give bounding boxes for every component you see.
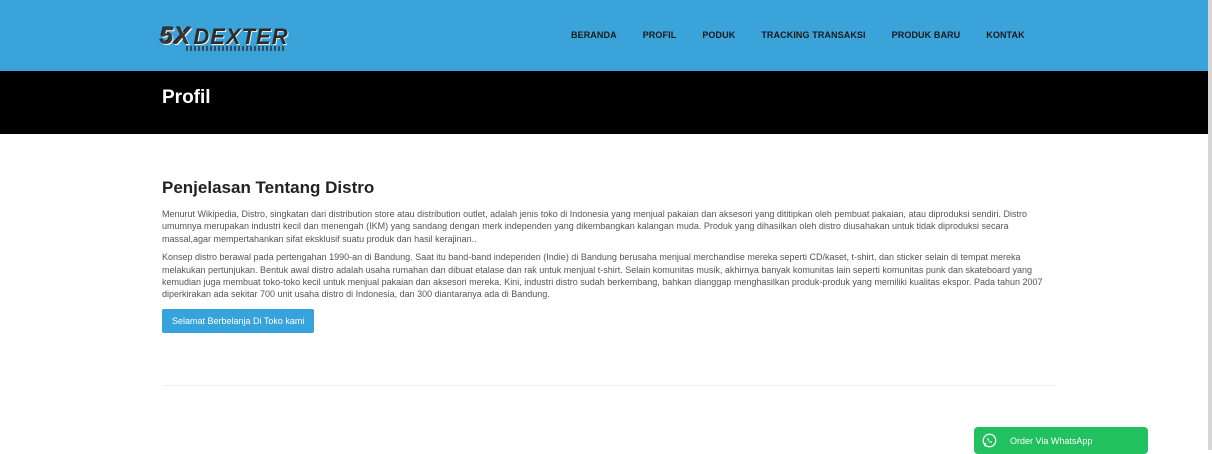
divider <box>162 385 1056 386</box>
page-title: Profil <box>162 87 211 108</box>
article-paragraph-1: Menurut Wikipedia, Distro, singkatan dar… <box>162 209 1028 244</box>
shop-button[interactable]: Selamat Berbelanja Di Toko kami <box>162 308 315 333</box>
whatsapp-label: Order Via WhatsApp <box>1010 435 1093 446</box>
article-heading: Penjelasan Tentang Distro <box>162 178 375 197</box>
nav-tracking-transaksi[interactable]: TRACKING TRANSAKSI <box>761 30 865 40</box>
nav-beranda[interactable]: BERANDA <box>571 30 617 40</box>
nav-produk-baru[interactable]: PRODUK BARU <box>892 30 961 40</box>
main-nav: BERANDA PROFIL PODUK TRACKING TRANSAKSI … <box>571 30 1051 40</box>
navbar: 5X DEXTER BERANDA PROFIL PODUK TRACKING … <box>0 0 1208 71</box>
scrollbar[interactable] <box>1208 0 1212 450</box>
page-title-bar: Profil <box>0 71 1208 134</box>
nav-kontak[interactable]: KONTAK <box>986 30 1024 40</box>
nav-poduk[interactable]: PODUK <box>702 30 735 40</box>
article: Penjelasan Tentang Distro Menurut Wikipe… <box>162 178 1057 333</box>
logo-subtext-decoration <box>186 46 286 51</box>
article-paragraph-2: Konsep distro berawal pada pertengahan 1… <box>162 252 1043 300</box>
nav-profil[interactable]: PROFIL <box>643 30 677 40</box>
logo[interactable]: 5X DEXTER <box>160 22 289 52</box>
whatsapp-icon <box>982 433 997 448</box>
